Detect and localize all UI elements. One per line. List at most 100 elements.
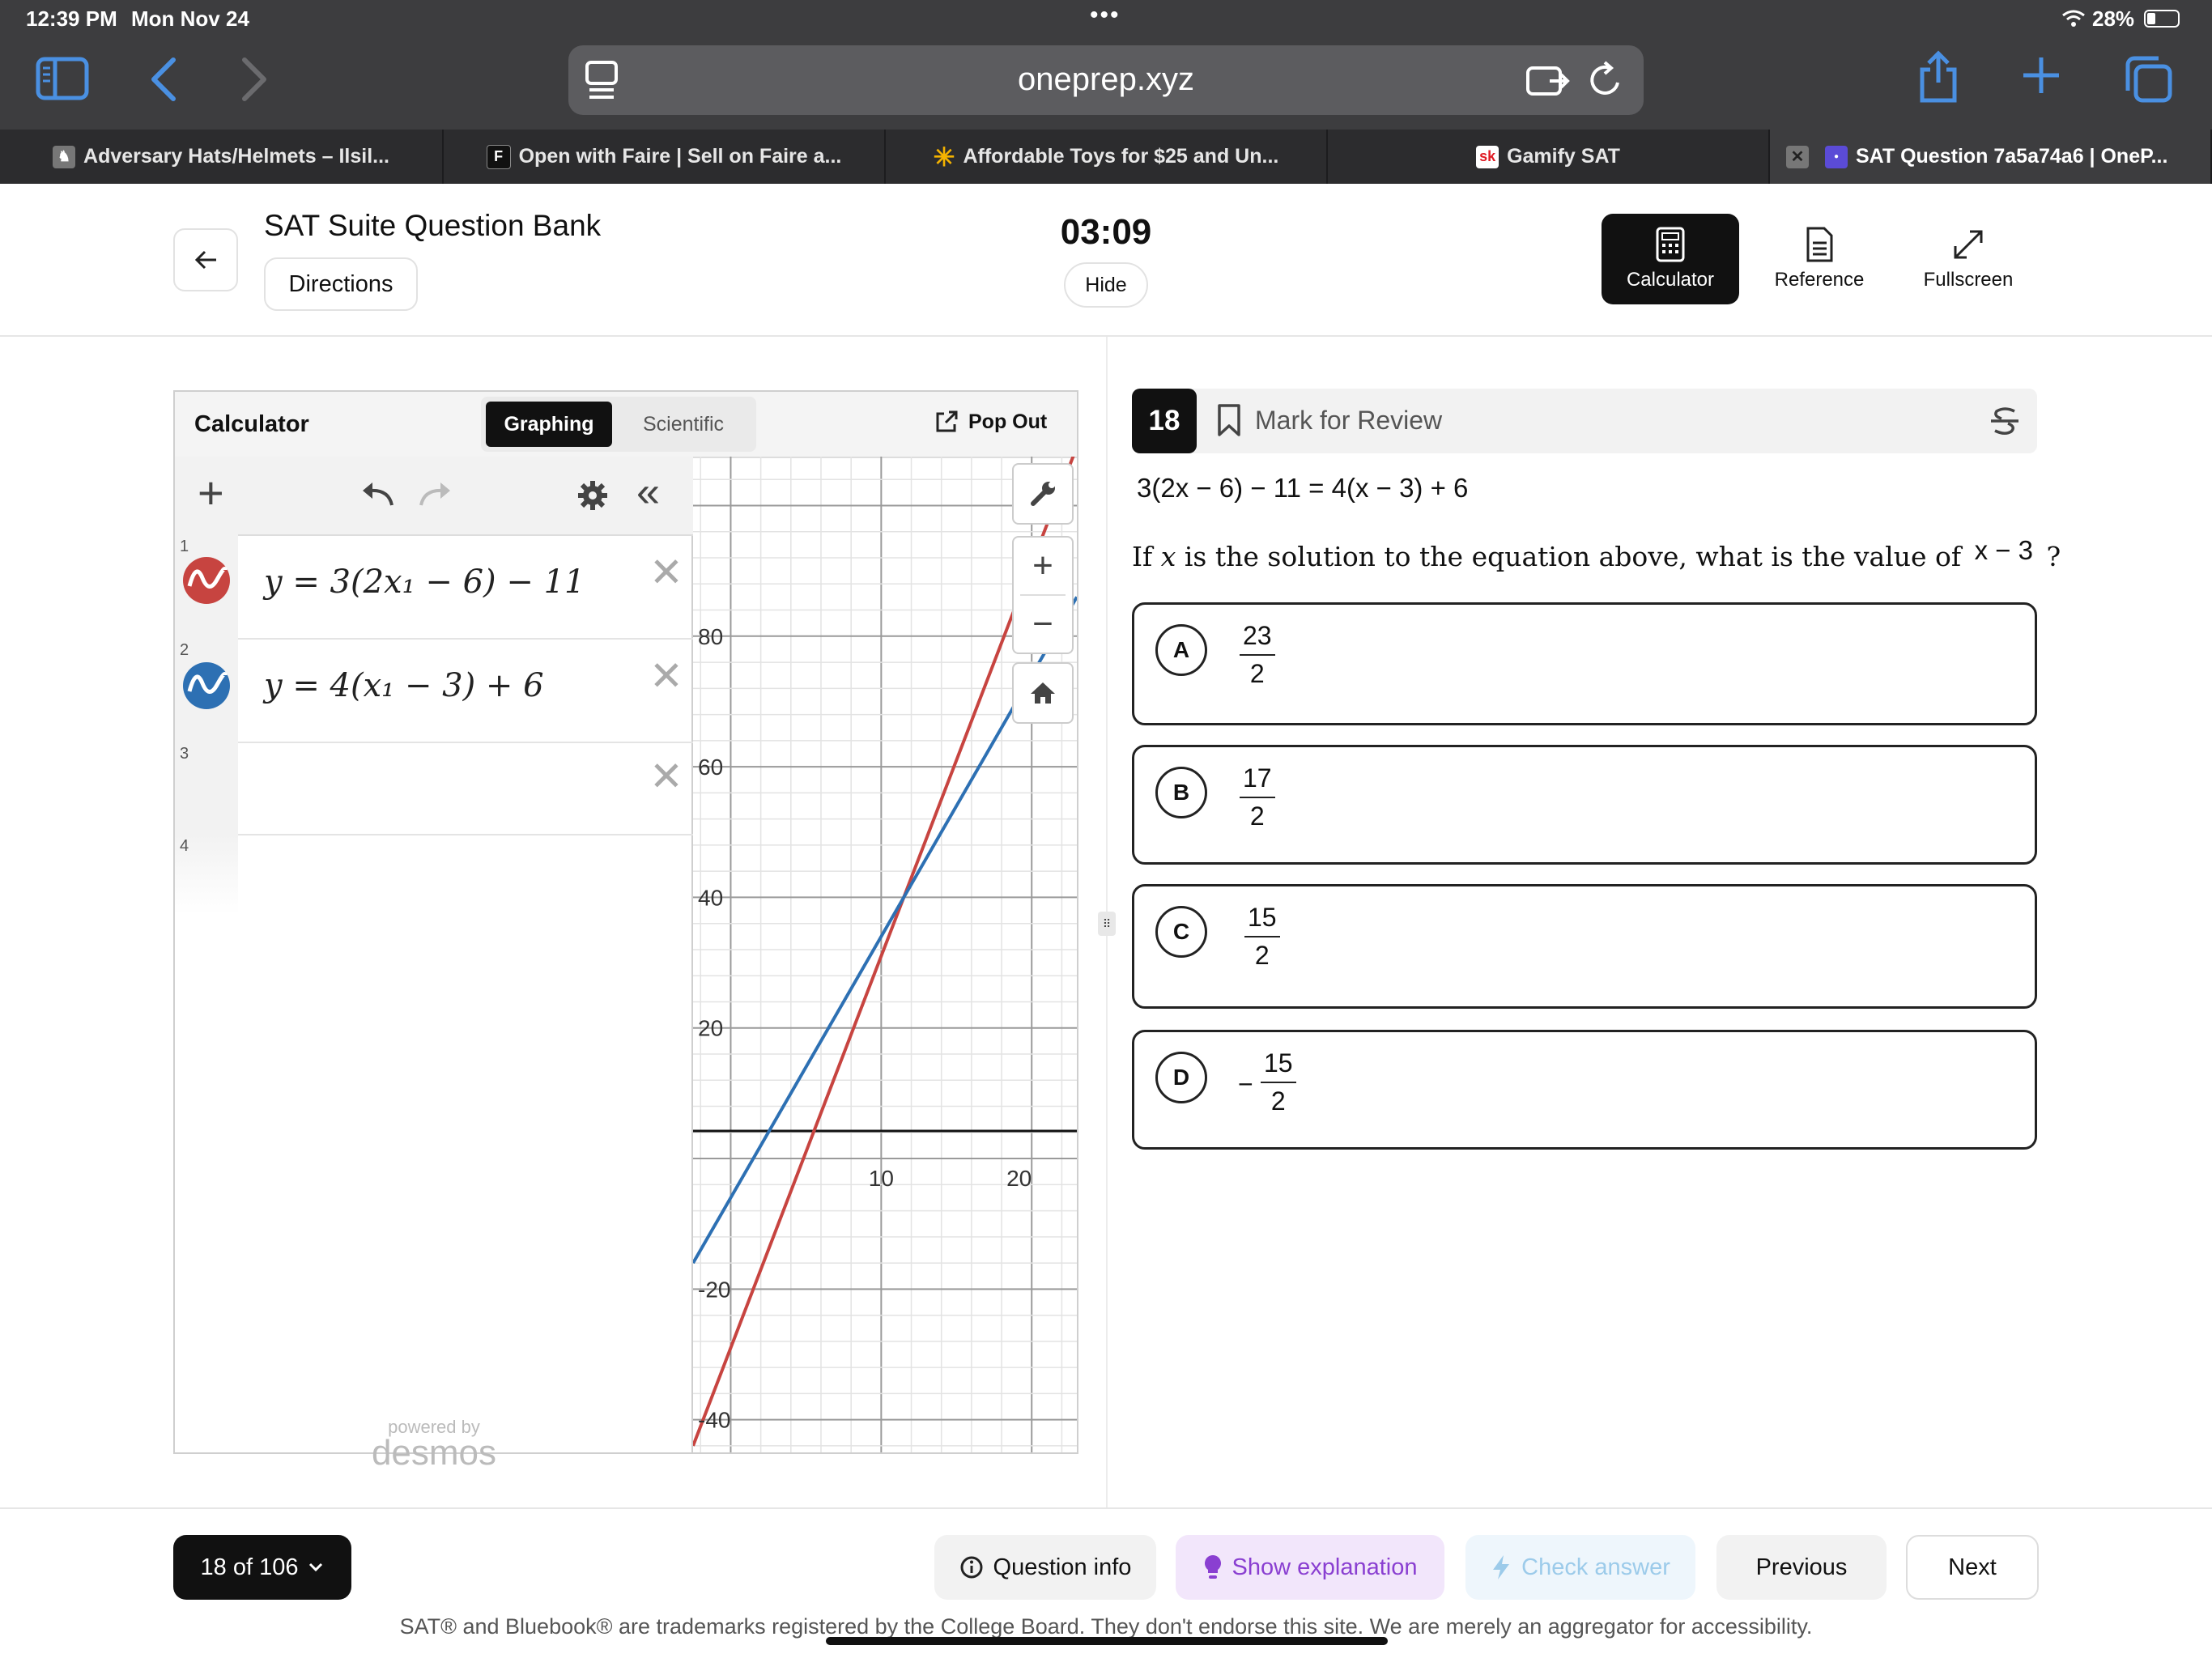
fullscreen-label: Fullscreen [1923,269,2014,291]
share-icon[interactable] [1917,50,1959,104]
tab-affordable-toys[interactable]: ✳ Affordable Toys for $25 and Un... [886,130,1328,184]
wrench-icon [1031,482,1055,506]
delete-expression-icon[interactable]: ✕ [649,653,683,699]
prompt-variable: x [1160,541,1176,572]
tab-gamify-sat[interactable]: sk Gamify SAT [1328,130,1770,184]
tab-label: Gamify SAT [1507,145,1620,168]
graphing-tab[interactable]: Graphing [486,402,612,447]
calculator-title: Calculator [194,411,309,437]
undo-icon[interactable] [359,481,397,510]
fraction-numerator: 17 [1240,763,1275,798]
default-view-button[interactable] [1012,662,1074,724]
y-tick-label: 40 [698,885,723,910]
timer: 03:09 [1060,212,1152,252]
graph-settings-button[interactable] [1012,463,1074,525]
scientific-tab[interactable]: Scientific [615,402,751,447]
calculator-panel: Calculator Graphing Scientific Pop Out + [173,390,1078,1473]
expression-row-4[interactable]: 4 [175,834,693,915]
reload-icon[interactable] [1587,60,1624,100]
expand-icon [1954,230,1983,259]
previous-button[interactable]: Previous [1716,1535,1887,1600]
hide-timer-button[interactable]: Hide [1064,262,1148,308]
answer-choice-b[interactable]: B 17 2 [1132,745,2037,865]
question-info-button[interactable]: Question info [934,1535,1156,1600]
negative-sign: − [1238,1069,1253,1099]
zoom-controls: + − [1012,536,1074,654]
desmos-logo: desmos [371,1433,497,1473]
pop-out-button[interactable]: Pop Out [934,410,1047,434]
fraction-denominator: 2 [1254,941,1270,970]
trademark-disclaimer: SAT® and Bluebook® are trademarks regist… [399,1614,1813,1639]
new-tab-icon[interactable] [2021,55,2061,96]
tab-label: Open with Faire | Sell on Faire a... [518,145,842,168]
expression-text[interactable]: y = 4(x₁ − 3) + 6 [264,667,544,704]
wifi-icon [2062,10,2085,27]
delete-expression-icon[interactable]: ✕ [649,753,683,800]
zoom-out-icon[interactable]: − [1014,596,1072,653]
answer-choice-d[interactable]: D − 15 2 [1132,1030,2037,1150]
arrow-left-icon [194,250,216,270]
status-time: 12:39 PM [26,6,117,31]
external-link-icon [936,410,958,432]
collapse-list-icon[interactable]: « [636,468,660,517]
expression-number: 2 [180,641,189,659]
expression-number: 3 [180,745,189,763]
strikethrough-tool-icon[interactable] [1989,405,2021,437]
tab-faire[interactable]: F Open with Faire | Sell on Faire a... [444,130,886,184]
expression-row-1[interactable]: 1 y = 3(2x₁ − 6) − 11 ✕ [175,534,693,640]
x-tick-label: 10 [869,1166,894,1191]
directions-button[interactable]: Directions [264,257,418,311]
progress-label: 18 of 106 [200,1554,299,1580]
choice-letter: D [1155,1052,1207,1103]
zoom-in-icon[interactable]: + [1014,538,1072,594]
y-tick-label: 60 [698,755,723,780]
show-explanation-button[interactable]: Show explanation [1176,1535,1444,1600]
close-tab-icon[interactable]: ✕ [1786,145,1809,168]
multitasking-dots[interactable]: ••• [1090,2,1121,29]
tabs-overview-icon[interactable] [2123,55,2173,104]
next-button[interactable]: Next [1906,1535,2039,1600]
back-chevron-icon[interactable] [147,57,180,102]
chevron-down-icon [309,1562,323,1572]
back-button[interactable] [173,228,238,291]
sidebar-icon[interactable] [36,57,89,100]
fraction-numerator: 15 [1244,903,1280,937]
forward-chevron-icon[interactable] [238,57,270,102]
delete-expression-icon[interactable]: ✕ [649,549,683,596]
tab-bar: ♞ Adversary Hats/Helmets – Ilsil... F Op… [0,130,2212,184]
y-tick-label: 80 [698,624,723,649]
home-indicator[interactable] [826,1637,1388,1645]
blue-graph-toggle-icon[interactable] [181,661,232,711]
prompt-text: If [1132,541,1153,572]
question-navigator-button[interactable]: 18 of 106 [173,1535,351,1600]
expression-row-2[interactable]: 2 y = 4(x₁ − 3) + 6 ✕ [175,638,693,743]
fullscreen-tool-button[interactable]: Fullscreen [1899,214,2037,304]
reference-tool-button[interactable]: Reference [1750,214,1888,304]
expression-text[interactable]: y = 3(2x₁ − 6) − 11 [264,563,585,601]
gear-icon[interactable] [576,479,609,512]
redo-icon[interactable] [416,481,453,510]
answer-choice-a[interactable]: A 23 2 [1132,602,2037,725]
add-expression-icon[interactable]: + [198,466,224,519]
y-tick-label: -20 [698,1277,730,1302]
status-bar: 12:39 PM Mon Nov 24 ••• 28% [0,0,2212,39]
sk-favicon-icon: sk [1476,145,1499,168]
footer-divider [0,1507,2212,1509]
fraction-denominator: 2 [1249,659,1265,688]
prompt-text: is the solution to the equation above, w… [1184,541,1962,572]
expression-toolbar: + « [175,457,693,536]
red-graph-toggle-icon[interactable] [181,555,232,606]
prompt-expression: x − 3 [1974,535,2034,565]
address-bar[interactable]: oneprep.xyz [568,45,1644,115]
answer-choice-c[interactable]: C 15 2 [1132,884,2037,1009]
calculator-tool-button[interactable]: Calculator [1602,214,1739,304]
expression-row-3[interactable]: 3 ✕ [175,742,693,835]
question-equation: 3(2x − 6) − 11 = 4(x − 3) + 6 [1137,473,1469,503]
tab-adversary-hats[interactable]: ♞ Adversary Hats/Helmets – Ilsil... [0,130,444,184]
pane-resize-handle[interactable]: ⠿ [1098,912,1116,936]
tab-sat-question[interactable]: ✕ ● SAT Question 7a5a74a6 | OneP... [1770,130,2212,184]
extension-icon[interactable] [1525,63,1571,99]
mark-for-review-button[interactable]: Mark for Review [1216,403,1442,437]
check-answer-button[interactable]: Check answer [1465,1535,1695,1600]
battery-percent: 28% [2092,6,2135,31]
